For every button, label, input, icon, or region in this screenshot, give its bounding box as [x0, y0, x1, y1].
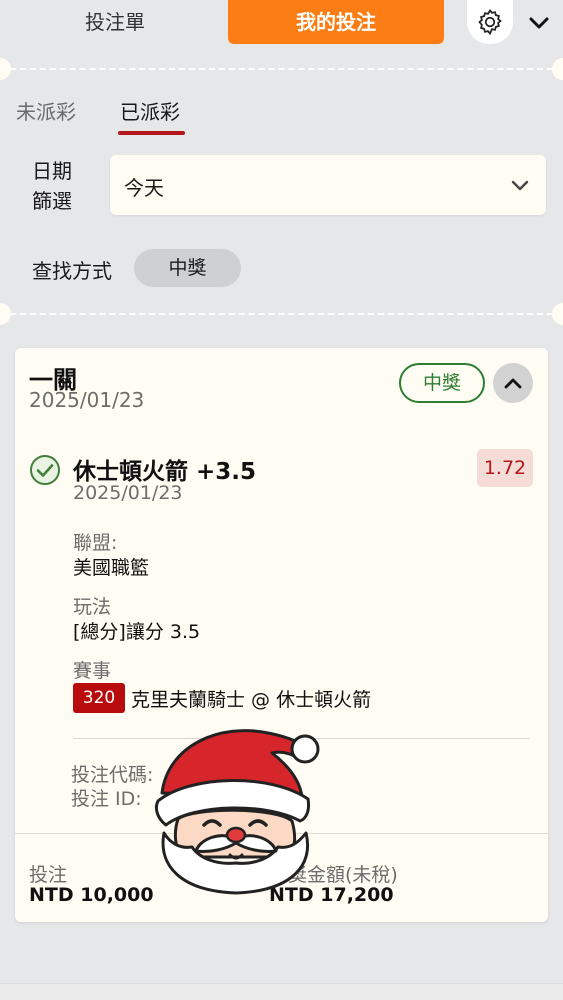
market-label: 玩法: [73, 596, 112, 618]
santa-icon: [154, 729, 320, 895]
date-filter-select[interactable]: 今天: [110, 155, 546, 215]
dashed-separator: [0, 302, 563, 326]
event-label: 賽事: [73, 660, 112, 682]
bet-id-label: 投注 ID:: [71, 788, 142, 810]
chevron-down-icon: [511, 180, 529, 191]
settings-button[interactable]: [467, 0, 513, 44]
chevron-up-icon: [504, 378, 522, 389]
stake-label: 投注: [29, 864, 68, 886]
date-filter-label: 日期 篩選: [32, 156, 82, 216]
market-value: [總分]讓分 3.5: [73, 621, 201, 643]
bet-date: 2025/01/23: [29, 388, 145, 412]
search-method-label: 查找方式: [32, 259, 112, 283]
tab-betslip[interactable]: 投注單: [40, 0, 190, 44]
menu-toggle-button[interactable]: [526, 10, 552, 36]
match-name: 克里夫蘭騎士 @ 休士頓火箭: [131, 689, 372, 711]
date-filter-value: 今天: [124, 176, 164, 200]
league-value: 美國職籃: [73, 557, 150, 579]
tab-settled[interactable]: 已派彩: [120, 96, 180, 125]
status-badge: 中獎: [399, 363, 485, 403]
stake-value: NTD 10,000: [29, 884, 154, 906]
collapse-button[interactable]: [493, 363, 533, 403]
match-number-badge: 320: [73, 683, 125, 713]
selection-name: 休士頓火箭 +3.5: [73, 459, 257, 485]
odds-badge: 1.72: [477, 449, 533, 487]
tab-my-bets[interactable]: 我的投注: [228, 0, 444, 44]
chevron-down-icon: [529, 17, 549, 29]
active-tab-indicator: [118, 131, 185, 135]
tab-unsettled[interactable]: 未派彩: [16, 96, 76, 125]
check-circle-icon: [30, 455, 60, 485]
bet-code-label: 投注代碼:: [71, 764, 154, 786]
search-method-chip[interactable]: 中獎: [134, 249, 241, 287]
date-filter-label-text: 日期 篩選: [32, 159, 72, 213]
top-bar: 投注單 我的投注: [0, 0, 563, 46]
selection-date: 2025/01/23: [73, 482, 183, 504]
gear-icon: [478, 8, 502, 36]
dashed-separator: [0, 57, 563, 81]
league-label: 聯盟:: [73, 532, 118, 554]
bottom-bar: [0, 983, 563, 1000]
